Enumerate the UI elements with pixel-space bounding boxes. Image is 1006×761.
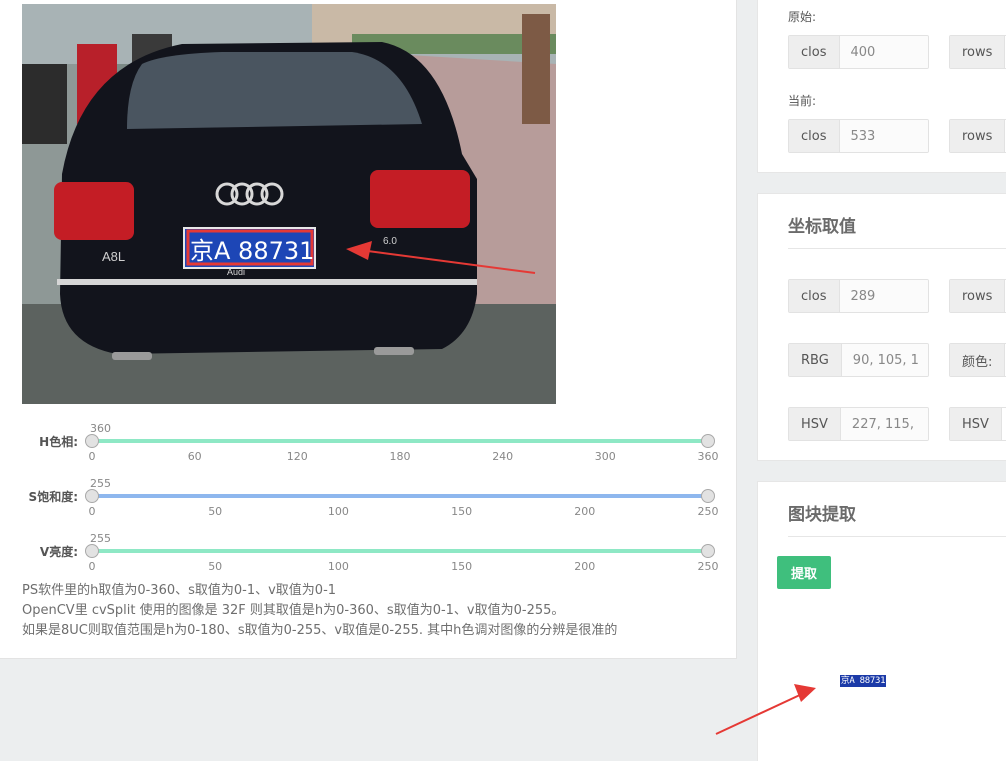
current-cols-addon: clos — [789, 120, 840, 152]
extract-button[interactable]: 提取 — [777, 556, 831, 589]
model-badge: A8L — [102, 249, 125, 264]
original-cols-field[interactable]: 400 — [839, 36, 928, 68]
hsv-group: HSV 227, 115, — [788, 407, 929, 441]
license-plate-text: 京A 88731 — [190, 237, 314, 265]
value-label: V亮度: — [39, 545, 78, 559]
size-card: 原始: clos 400 rows 当前: clos 533 rows — [757, 0, 1006, 173]
image-panel: A8L 6.0 京A 88731 Audi H色相: 360 0 60 120 … — [0, 0, 737, 659]
value-tick: 0 — [88, 560, 96, 573]
value-value: 255 — [90, 532, 111, 545]
hsv-addon: HSV — [789, 408, 841, 440]
value-slider-max-handle[interactable] — [701, 544, 715, 558]
extract-card: 图块提取 — [757, 481, 1006, 761]
car-image: A8L 6.0 京A 88731 Audi — [22, 4, 556, 404]
current-cols-field[interactable]: 533 — [839, 120, 928, 152]
hue-slider-min-handle[interactable] — [85, 434, 99, 448]
saturation-value: 255 — [90, 477, 111, 490]
hsv2-addon: HSV — [950, 408, 1002, 440]
saturation-slider-track[interactable] — [92, 494, 708, 498]
saturation-tick: 100 — [327, 505, 349, 518]
coord-card-title: 坐标取值 — [788, 217, 856, 237]
note-line: PS软件里的h取值为0-360、s取值为0-1、v取值为0-1 — [22, 583, 337, 598]
current-size-label: 当前: — [788, 94, 817, 108]
hue-slider-row: H色相: 360 0 60 120 180 240 300 360 — [0, 422, 737, 474]
saturation-slider-row: S饱和度: 255 0 50 100 150 200 250 — [0, 477, 737, 529]
hue-tick: 180 — [389, 450, 411, 463]
coord-card: 坐标取值 clos 289 rows RBG 90, 105, 1 颜色: HS… — [757, 193, 1006, 461]
current-cols-group: clos 533 — [788, 119, 929, 153]
saturation-tick: 50 — [208, 505, 223, 518]
coord-rows-group: rows — [949, 279, 1006, 313]
hue-value: 360 — [90, 422, 111, 435]
hue-tick: 60 — [187, 450, 202, 463]
saturation-slider-max-handle[interactable] — [701, 489, 715, 503]
value-tick: 200 — [574, 560, 596, 573]
coord-rows-addon: rows — [950, 280, 1006, 312]
hue-tick: 120 — [286, 450, 308, 463]
saturation-tick: 0 — [88, 505, 96, 518]
saturation-label: S饱和度: — [28, 490, 78, 504]
extract-card-title: 图块提取 — [788, 505, 856, 525]
value-tick: 250 — [697, 560, 719, 573]
divider — [788, 248, 1006, 249]
original-rows-group: rows — [949, 35, 1006, 69]
hsv-field[interactable]: 227, 115, — [840, 408, 928, 440]
value-slider-min-handle[interactable] — [85, 544, 99, 558]
value-slider-row: V亮度: 255 0 50 100 150 200 250 — [0, 532, 737, 584]
original-cols-addon: clos — [789, 36, 840, 68]
note-line: OpenCV里 cvSplit 使用的图像是 32F 则其取值是h为0-360、… — [22, 603, 565, 618]
coord-cols-group: clos 289 — [788, 279, 929, 313]
hue-tick: 360 — [697, 450, 719, 463]
current-rows-addon: rows — [950, 120, 1006, 152]
saturation-tick: 200 — [574, 505, 596, 518]
trunk-badge: 6.0 — [383, 236, 397, 247]
value-tick: 100 — [327, 560, 349, 573]
color-group: 颜色: — [949, 343, 1006, 377]
value-tick: 50 — [208, 560, 223, 573]
original-size-label: 原始: — [788, 10, 817, 24]
rbg-addon: RBG — [789, 344, 842, 376]
note-line: 如果是8UC则取值范围是h为0-180、s取值为0-255、v取值是0-255.… — [22, 623, 618, 638]
value-slider-track[interactable] — [92, 549, 708, 553]
hue-slider-max-handle[interactable] — [701, 434, 715, 448]
hue-slider-track[interactable] — [92, 439, 708, 443]
car-photo[interactable]: A8L 6.0 京A 88731 Audi — [22, 4, 556, 404]
hsv-notes: PS软件里的h取值为0-360、s取值为0-1、v取值为0-1 OpenCV里 … — [22, 581, 617, 641]
current-rows-group: rows — [949, 119, 1006, 153]
hsv2-group: HSV — [949, 407, 1006, 441]
original-rows-addon: rows — [950, 36, 1006, 68]
rbg-field[interactable]: 90, 105, 1 — [841, 344, 928, 376]
original-cols-group: clos 400 — [788, 35, 929, 69]
coord-cols-field[interactable]: 289 — [839, 280, 928, 312]
extracted-plate-result: 京A 88731 — [840, 675, 886, 687]
saturation-slider-min-handle[interactable] — [85, 489, 99, 503]
plate-frame-text: Audi — [227, 267, 245, 277]
saturation-tick: 250 — [697, 505, 719, 518]
hue-tick: 240 — [492, 450, 514, 463]
value-tick: 150 — [451, 560, 473, 573]
color-addon: 颜色: — [950, 344, 1006, 376]
divider — [788, 536, 1006, 537]
hue-tick: 300 — [594, 450, 616, 463]
coord-cols-addon: clos — [789, 280, 840, 312]
hue-tick: 0 — [88, 450, 96, 463]
hue-label: H色相: — [39, 435, 78, 449]
saturation-tick: 150 — [451, 505, 473, 518]
rbg-group: RBG 90, 105, 1 — [788, 343, 929, 377]
